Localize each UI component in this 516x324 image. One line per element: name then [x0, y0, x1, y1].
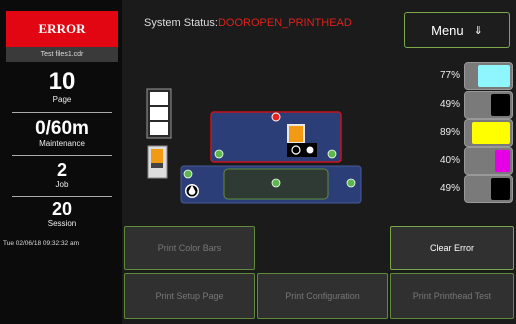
- ink-cartridge-gauge: [464, 175, 513, 203]
- ink-drop-icon: [185, 184, 199, 198]
- ink-cartridge-gauge: [464, 119, 513, 147]
- ink-level-cyan: 77%: [420, 62, 513, 90]
- ink-cartridge-gauge: [464, 147, 513, 175]
- ink-fill: [495, 150, 510, 172]
- print-printhead-test-button[interactable]: Print Printhead Test: [390, 273, 514, 319]
- ink-level-yellow: 89%: [420, 119, 513, 147]
- ink-level-magenta: 40%: [420, 147, 513, 175]
- ink-fill: [490, 178, 510, 200]
- print-setup-page-button[interactable]: Print Setup Page: [124, 273, 255, 319]
- media-stack-icon: [146, 88, 172, 139]
- ink-percent: 40%: [439, 155, 460, 166]
- media-track[interactable]: [180, 165, 362, 204]
- ink-percent: 49%: [439, 183, 460, 194]
- clear-error-button[interactable]: Clear Error: [390, 226, 514, 270]
- print-configuration-button[interactable]: Print Configuration: [257, 273, 388, 319]
- ink-level-black: 49%: [420, 91, 513, 119]
- ink-fill: [490, 94, 510, 116]
- ink-cartridge-gauge: [464, 62, 513, 90]
- printhead-carriage[interactable]: [210, 111, 342, 163]
- ink-percent: 49%: [439, 99, 460, 110]
- ink-percent: 89%: [439, 127, 460, 138]
- ink-cartridge-gauge: [464, 91, 513, 119]
- print-color-bars-button[interactable]: Print Color Bars: [124, 226, 255, 270]
- ink-fill: [472, 122, 510, 144]
- door-open-indicator: [271, 112, 281, 122]
- ink-fill: [477, 65, 510, 87]
- cartridge-icon: [147, 145, 168, 179]
- ink-level-black-2: 49%: [420, 175, 513, 203]
- ink-percent: 77%: [439, 70, 460, 81]
